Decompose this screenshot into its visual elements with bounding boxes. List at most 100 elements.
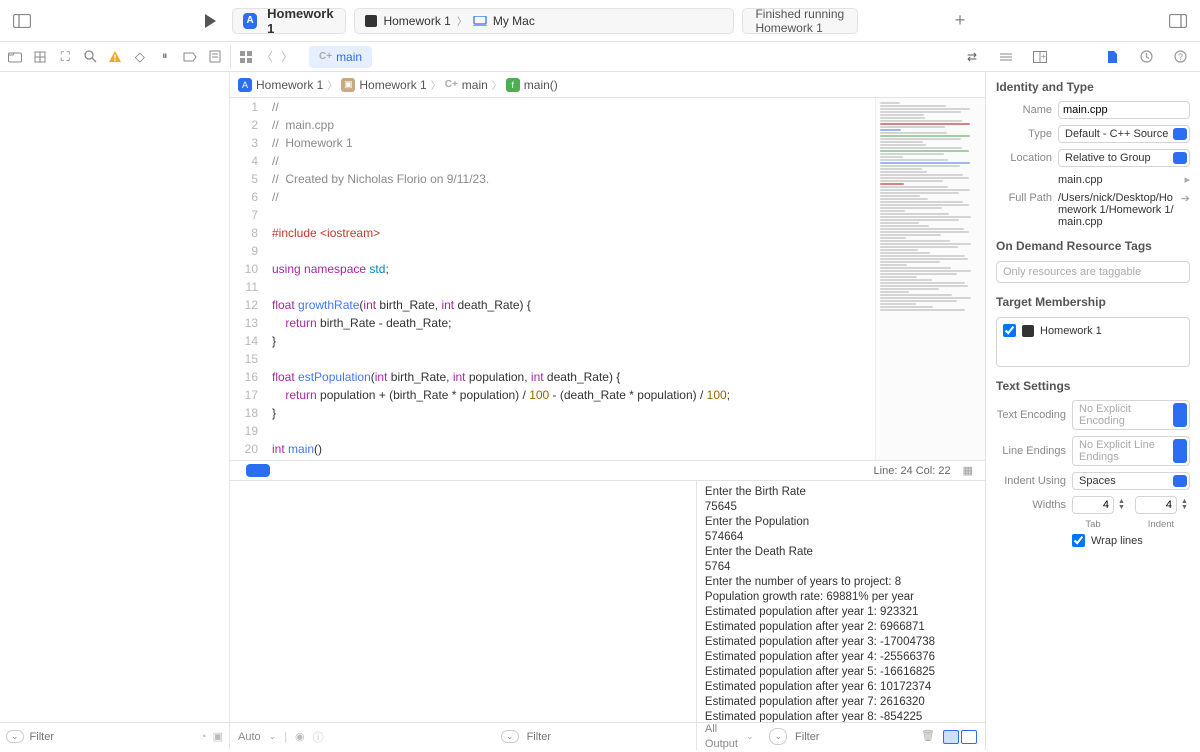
- add-button[interactable]: +: [948, 9, 972, 33]
- tags-section-title: On Demand Resource Tags: [986, 231, 1200, 257]
- folder-icon: ▣: [341, 78, 355, 92]
- project-title: Homework 1: [267, 6, 335, 36]
- trash-icon[interactable]: 🗑: [921, 729, 935, 744]
- target-membership-item[interactable]: Homework 1: [1003, 324, 1183, 337]
- filter-chip-icon[interactable]: ⌄: [769, 728, 787, 745]
- identity-section-title: Identity and Type: [986, 72, 1200, 98]
- chevron-right-icon: 〉: [431, 77, 441, 92]
- target-section-title: Target Membership: [986, 287, 1200, 313]
- debug-pane-toggle[interactable]: [943, 730, 977, 744]
- indent-using-label: Indent Using: [996, 475, 1066, 487]
- folder-picker-icon[interactable]: ▸: [1184, 173, 1190, 186]
- encoding-label: Text Encoding: [996, 409, 1066, 421]
- quicklook-icon[interactable]: ◉: [295, 730, 305, 743]
- location-select[interactable]: Relative to Group: [1058, 149, 1190, 167]
- reveal-arrow-icon[interactable]: ➔: [1181, 192, 1190, 205]
- reports-nav-icon[interactable]: [205, 47, 224, 67]
- stepper-buttons[interactable]: ▲▼: [1181, 499, 1188, 511]
- run-destination[interactable]: Homework 1 〉 My Mac: [354, 8, 734, 34]
- related-items-icon[interactable]: [237, 45, 255, 69]
- crumb-symbol[interactable]: main(): [524, 78, 558, 92]
- stepper-buttons[interactable]: ▲▼: [1118, 499, 1125, 511]
- terminal-icon: [1022, 325, 1034, 337]
- navigator-filter-input[interactable]: [30, 731, 194, 743]
- help-inspector-icon[interactable]: ?: [1168, 45, 1192, 69]
- filter-chip-icon[interactable]: ⌄: [501, 730, 519, 743]
- svg-text:?: ?: [1177, 52, 1182, 62]
- top-toolbar: A Homework 1 Homework 1 〉 My Mac Finishe…: [0, 0, 1200, 42]
- target-checkbox[interactable]: [1003, 324, 1016, 337]
- add-editor-icon[interactable]: +: [1028, 45, 1052, 69]
- inspector-toggle-icon[interactable]: [1166, 9, 1190, 33]
- variables-filter-input[interactable]: [527, 731, 688, 743]
- adjust-editor-icon[interactable]: [994, 45, 1018, 69]
- variables-pane[interactable]: Auto⌄ | ◉ ⓘ ⌄: [230, 481, 697, 750]
- tests-nav-icon[interactable]: ◇: [130, 47, 149, 67]
- crumb-file[interactable]: main: [462, 78, 488, 92]
- console-output[interactable]: Enter the Birth Rate 75645 Enter the Pop…: [697, 481, 985, 722]
- tab-main[interactable]: C+ main: [309, 46, 372, 68]
- history-inspector-icon[interactable]: [1134, 45, 1158, 69]
- chevron-right-icon: 〉: [492, 77, 502, 92]
- filter-scope-icon[interactable]: ⌄: [6, 730, 24, 743]
- folder-nav-icon[interactable]: [6, 47, 25, 67]
- debug-nav-icon[interactable]: ⏸: [155, 47, 174, 67]
- source-editor[interactable]: 1234567891011121314151617181920212223242…: [230, 98, 985, 460]
- symbols-nav-icon[interactable]: ⛶: [56, 47, 75, 67]
- editor-status-bar: Line: 24 Col: 22 ▦: [230, 460, 985, 480]
- file-inspector-icon[interactable]: [1100, 45, 1124, 69]
- name-label: Name: [996, 104, 1052, 116]
- wrap-lines-label: Wrap lines: [1091, 535, 1143, 547]
- jump-bar[interactable]: AHomework 1 〉 ▣Homework 1 〉 C+ main 〉 fm…: [230, 72, 985, 98]
- scheme-selector[interactable]: A Homework 1: [232, 8, 346, 34]
- file-type-select[interactable]: Default - C++ Source: [1058, 125, 1190, 143]
- indent-sublabel: Indent: [1132, 519, 1190, 530]
- back-button[interactable]: 〈: [259, 45, 275, 69]
- svg-text:+: +: [1041, 52, 1046, 61]
- info-icon[interactable]: ⓘ: [313, 729, 324, 745]
- output-filter-selector[interactable]: All Output: [705, 722, 738, 752]
- square-filter-icon[interactable]: ▣: [213, 730, 223, 743]
- file-name-input[interactable]: [1058, 101, 1190, 119]
- app-icon: A: [243, 13, 257, 29]
- wrap-lines-checkbox[interactable]: [1072, 534, 1085, 547]
- scheme-app-label: Homework 1: [383, 14, 450, 28]
- find-nav-icon[interactable]: [81, 47, 100, 67]
- source-control-icon[interactable]: [31, 47, 50, 67]
- debug-area: Auto⌄ | ◉ ⓘ ⌄ Enter the Birth Rate 75645…: [230, 480, 985, 750]
- navigator-toolbar: ⛶ ◇ ⏸ 〈 〉 C+ main ⇄ + ?: [0, 42, 1200, 72]
- fullpath-label: Full Path: [996, 192, 1052, 204]
- fullpath-text: /Users/nick/Desktop/Homework 1/Homework …: [1058, 192, 1175, 228]
- console-pane[interactable]: Enter the Birth Rate 75645 Enter the Pop…: [697, 481, 985, 750]
- line-endings-label: Line Endings: [996, 445, 1066, 457]
- location-label: Location: [996, 152, 1052, 164]
- forward-button[interactable]: 〉: [279, 45, 295, 69]
- editor-pill-icon: [246, 464, 270, 477]
- resource-tags-input: Only resources are taggable: [996, 261, 1190, 283]
- console-filter-input[interactable]: [795, 731, 905, 743]
- chevron-right-icon: 〉: [457, 13, 467, 28]
- tab-width-stepper[interactable]: [1072, 496, 1114, 514]
- target-membership-box: Homework 1: [996, 317, 1190, 367]
- run-button[interactable]: [198, 9, 222, 33]
- encoding-select[interactable]: No Explicit Encoding: [1072, 400, 1190, 430]
- editor-options-icon[interactable]: ⇄: [960, 45, 984, 69]
- crumb-group[interactable]: Homework 1: [359, 78, 426, 92]
- indent-width-stepper[interactable]: [1135, 496, 1177, 514]
- line-endings-select[interactable]: No Explicit Line Endings: [1072, 436, 1190, 466]
- issues-nav-icon[interactable]: [106, 47, 125, 67]
- crumb-lang: C+: [445, 79, 458, 90]
- breakpoints-nav-icon[interactable]: [180, 47, 199, 67]
- type-label: Type: [996, 128, 1052, 140]
- chevron-right-icon: 〉: [327, 77, 337, 92]
- minimap[interactable]: [875, 98, 985, 460]
- function-icon: f: [506, 78, 520, 92]
- variables-view-selector[interactable]: Auto: [238, 731, 261, 743]
- editor-status-icon[interactable]: ▦: [963, 464, 973, 477]
- indent-using-select[interactable]: Spaces: [1072, 472, 1190, 490]
- crumb-project[interactable]: Homework 1: [256, 78, 323, 92]
- clock-filter-icon[interactable]: ◔: [200, 731, 207, 743]
- text-section-title: Text Settings: [986, 371, 1200, 397]
- sidebar-toggle-icon[interactable]: [10, 9, 34, 33]
- navigator-sidebar: ⌄ ◔ ▣: [0, 72, 230, 750]
